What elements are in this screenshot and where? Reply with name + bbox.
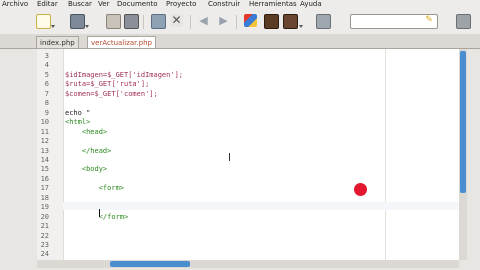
line-number: 11	[40, 128, 49, 136]
menu-item[interactable]: Documento	[117, 0, 158, 9]
code-line: $comen=$_GET['comen'];	[65, 90, 158, 98]
menu-item[interactable]: Ver	[98, 0, 109, 9]
vertical-scrollbar-thumb[interactable]	[460, 51, 466, 193]
line-number: 7	[44, 90, 49, 98]
line-number: 23	[40, 241, 49, 249]
tab-index[interactable]: index.php	[36, 36, 79, 48]
tab-label: verActualizar.php	[91, 39, 152, 47]
line-number: 10	[40, 118, 49, 126]
line-number: 12	[40, 137, 49, 145]
code-line: $ruta=$_GET['ruta'];	[65, 80, 150, 88]
menu-item[interactable]: Construir	[208, 0, 240, 9]
line-number: 14	[40, 156, 49, 164]
mouse-ibeam-cursor-icon	[229, 153, 230, 161]
compile-icon[interactable]	[264, 14, 279, 29]
line-number-gutter: 3 4 5 6 7 8 9 10 11 12 13 14 15 16 17 18 19 20 21 22 23 24	[37, 49, 64, 260]
line-number: 18	[40, 194, 49, 202]
save-all-icon[interactable]	[124, 14, 139, 29]
close-icon[interactable]: ✕	[170, 14, 183, 27]
current-line-highlight	[63, 202, 459, 210]
line-number: 17	[40, 184, 49, 192]
line-number: 4	[44, 61, 49, 69]
line-number: 8	[44, 99, 49, 107]
line-number: 15	[40, 165, 49, 173]
tab-ver-actualizar[interactable]: verActualizar.php	[87, 36, 156, 48]
line-number: 6	[44, 80, 49, 88]
toolbar-separator	[143, 15, 144, 29]
code-line: echo "	[65, 109, 91, 117]
forward-arrow-icon[interactable]: ▶	[217, 14, 230, 27]
menu-item[interactable]: Proyecto	[166, 0, 196, 9]
code-line: <head>	[65, 128, 108, 136]
line-number: 19	[40, 203, 49, 211]
toolbar: ✕ ◀ ▶ ✎	[0, 9, 480, 35]
line-number: 5	[44, 71, 49, 79]
build-icon[interactable]	[283, 14, 298, 29]
color-chooser-icon[interactable]	[244, 14, 257, 27]
menu-bar: Archivo Editar Buscar Ver Documento Proyecto C…	[0, 0, 480, 9]
line-number: 13	[40, 147, 49, 155]
line-number: 9	[44, 109, 49, 117]
tab-label: index.php	[40, 39, 75, 47]
menu-item[interactable]: Ayuda	[300, 0, 322, 9]
toolbar-separator	[236, 15, 237, 29]
code-line: <body>	[65, 165, 108, 173]
line-number: 20	[40, 213, 49, 221]
open-file-dropdown-icon[interactable]	[85, 25, 89, 28]
new-file-icon[interactable]	[36, 14, 51, 29]
recording-indicator-icon	[354, 183, 367, 196]
code-line: <form>	[65, 184, 125, 192]
line-number: 3	[44, 52, 49, 60]
menu-item[interactable]: Archivo	[2, 0, 28, 9]
open-file-icon[interactable]	[70, 14, 85, 29]
back-arrow-icon[interactable]: ◀	[197, 14, 210, 27]
save-icon[interactable]	[106, 14, 121, 29]
horizontal-scrollbar-thumb[interactable]	[110, 261, 190, 267]
menu-item[interactable]: Herramientas	[249, 0, 297, 9]
code-line: $idImagen=$_GET['idImagen'];	[65, 71, 184, 79]
clear-search-icon[interactable]: ✎	[424, 15, 434, 25]
jump-to-line-icon[interactable]	[456, 14, 471, 29]
document-tabs: index.php verActualizar.php	[0, 34, 480, 49]
line-number: 21	[40, 222, 49, 230]
long-line-marker	[385, 49, 386, 260]
execute-icon[interactable]	[316, 14, 331, 29]
toolbar-separator	[190, 15, 191, 29]
code-line: </form>	[65, 213, 129, 221]
code-line: <html>	[65, 118, 91, 126]
menu-item[interactable]: Editar	[37, 0, 58, 9]
revert-icon[interactable]	[151, 14, 166, 29]
code-line: </head>	[65, 147, 112, 155]
text-cursor	[99, 209, 100, 217]
menu-item[interactable]: Buscar	[68, 0, 92, 9]
horizontal-scrollbar[interactable]	[37, 260, 459, 268]
line-number: 22	[40, 232, 49, 240]
build-dropdown-icon[interactable]	[299, 25, 303, 28]
line-number: 16	[40, 175, 49, 183]
new-file-dropdown-icon[interactable]	[51, 25, 55, 28]
line-number: 24	[40, 250, 49, 258]
